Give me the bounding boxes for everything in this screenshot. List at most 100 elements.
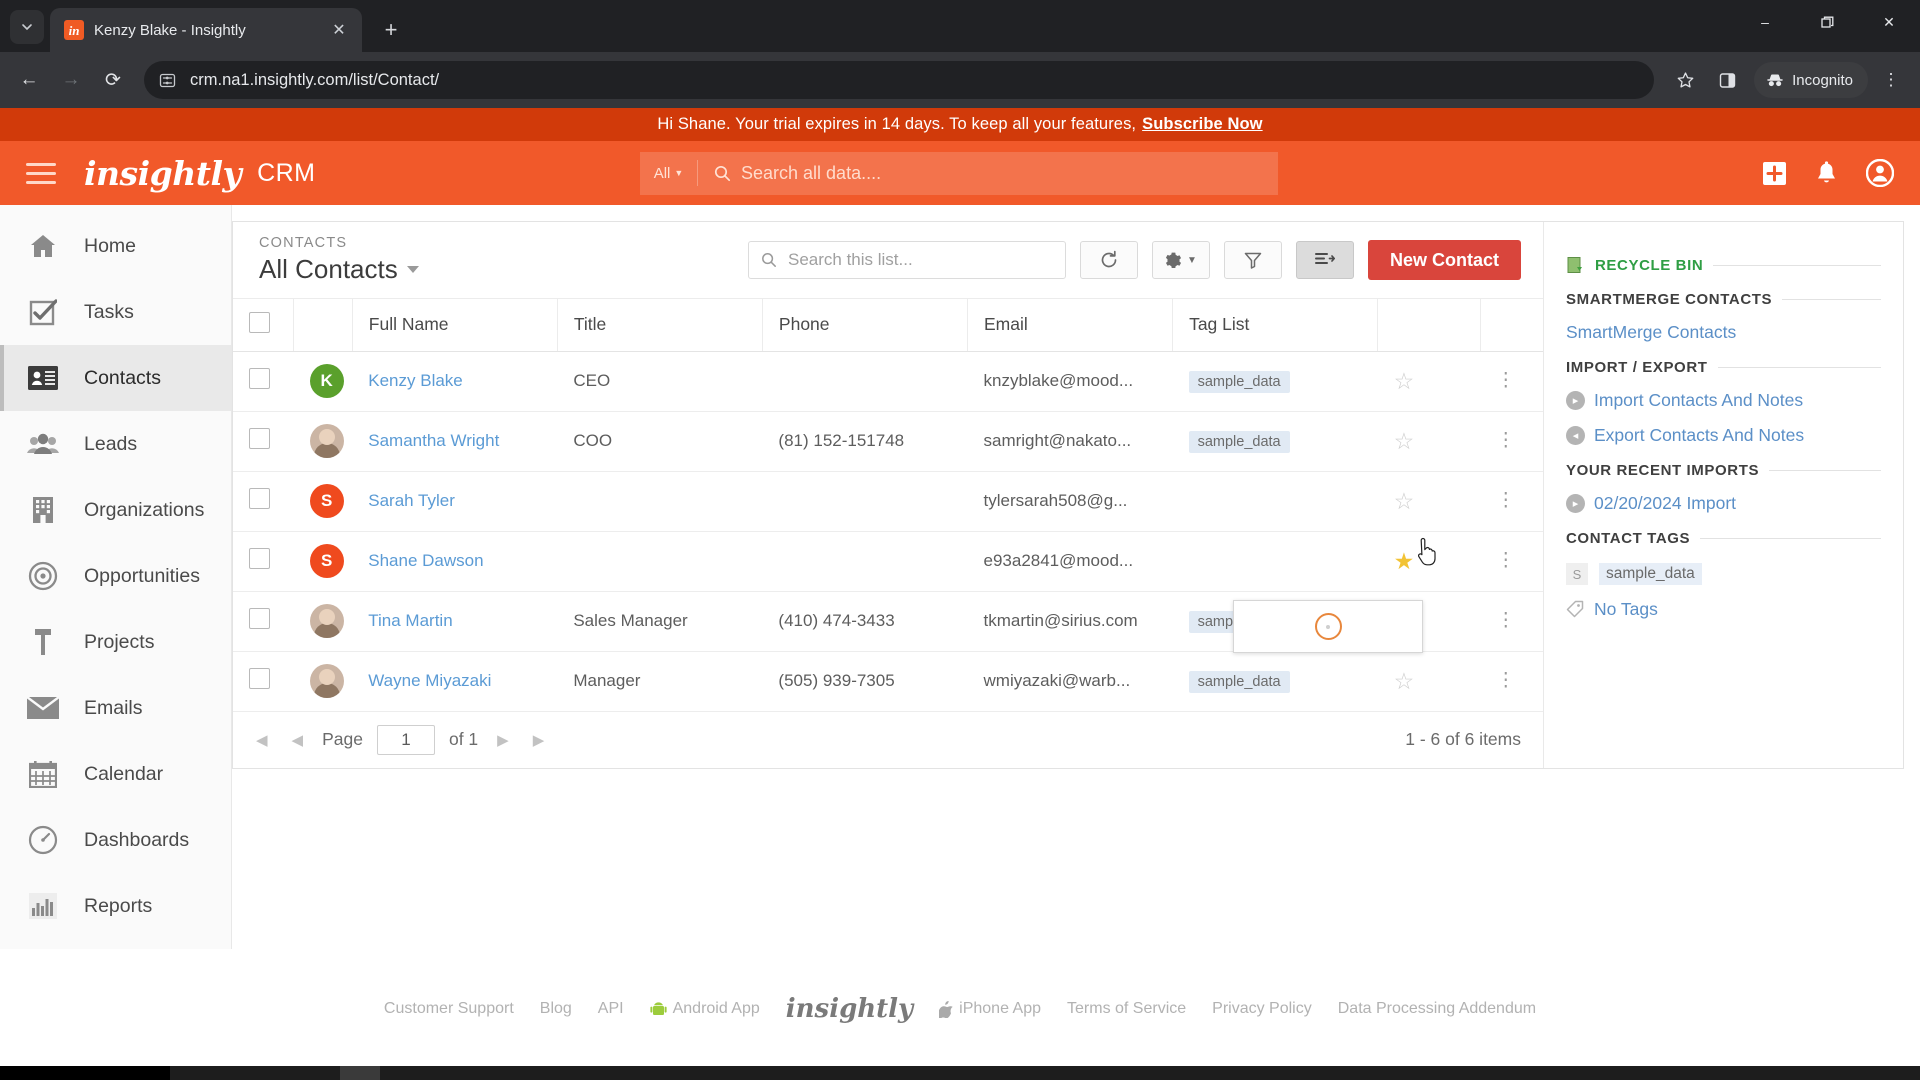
row-actions-menu[interactable]: ⋮ — [1496, 670, 1515, 691]
global-search[interactable]: All ▼ Search all data.... — [640, 151, 1278, 195]
recycle-bin-section[interactable]: RECYCLE BIN — [1566, 256, 1881, 275]
last-page-button[interactable]: ▶ — [528, 731, 550, 749]
sidebar-item-calendar[interactable]: Calendar — [0, 741, 231, 807]
list-search-input[interactable]: Search this list... — [747, 241, 1066, 279]
column-full-name[interactable]: Full Name — [352, 299, 558, 352]
bell-icon[interactable] — [1815, 160, 1838, 186]
table-row[interactable]: K Kenzy Blake CEO knzyblake@mood... samp… — [233, 351, 1543, 412]
sidebar-item-tasks[interactable]: Tasks — [0, 279, 231, 345]
sidebar-item-organizations[interactable]: Organizations — [0, 477, 231, 543]
refresh-button[interactable] — [1079, 241, 1138, 279]
plus-icon[interactable] — [1762, 161, 1787, 186]
sidebar-item-projects[interactable]: Projects — [0, 609, 231, 675]
table-row[interactable]: S Shane Dawson e93a2841@mood... ★ ⋮ — [233, 531, 1543, 592]
page-number-input[interactable] — [376, 724, 435, 755]
favorite-star-icon[interactable]: ☆ — [1394, 368, 1415, 395]
reload-button[interactable]: ⟳ — [94, 61, 132, 99]
prev-page-button[interactable]: ◀ — [287, 731, 309, 749]
sidebar-item-contacts[interactable]: Contacts — [0, 345, 231, 411]
footer-link-iphone-app[interactable]: iPhone App — [939, 1000, 1041, 1018]
column-phone[interactable]: Phone — [762, 299, 969, 352]
footer-link-android-app[interactable]: Android App — [649, 1000, 760, 1018]
row-checkbox[interactable] — [249, 488, 270, 509]
avatar: S — [309, 544, 344, 578]
back-button[interactable]: ← — [10, 61, 48, 99]
sidebar-item-leads[interactable]: Leads — [0, 411, 231, 477]
row-actions-menu[interactable]: ⋮ — [1496, 610, 1515, 631]
row-actions-menu[interactable]: ⋮ — [1496, 490, 1515, 511]
footer-link-blog[interactable]: Blog — [540, 1000, 572, 1018]
footer-link-privacy[interactable]: Privacy Policy — [1212, 1000, 1312, 1018]
chevron-down-icon — [406, 266, 419, 273]
contact-tag-item[interactable]: S sample_data — [1566, 563, 1881, 585]
sidebar-item-emails[interactable]: Emails — [0, 675, 231, 741]
cell-title: Sales Manager — [557, 591, 763, 652]
row-actions-menu[interactable]: ⋮ — [1496, 370, 1515, 391]
contact-name-link[interactable]: Wayne Miyazaki — [368, 671, 491, 690]
row-checkbox[interactable] — [249, 428, 270, 449]
bookmark-star-icon[interactable] — [1666, 61, 1704, 99]
footer-link-terms[interactable]: Terms of Service — [1067, 1000, 1186, 1018]
column-email[interactable]: Email — [967, 299, 1174, 352]
import-contacts-link[interactable]: ▸ Import Contacts And Notes — [1566, 390, 1881, 411]
browser-tab[interactable]: in Kenzy Blake - Insightly ✕ — [50, 8, 362, 52]
address-bar[interactable]: crm.na1.insightly.com/list/Contact/ — [144, 61, 1655, 99]
browser-menu-icon[interactable]: ⋮ — [1872, 61, 1910, 99]
tab-close-icon[interactable]: ✕ — [326, 17, 352, 43]
avatar — [309, 604, 344, 638]
next-page-button[interactable]: ▶ — [492, 731, 514, 749]
footer-link-api[interactable]: API — [598, 1000, 624, 1018]
new-tab-button[interactable]: + — [374, 13, 408, 47]
row-checkbox[interactable] — [249, 608, 270, 629]
row-actions-menu[interactable]: ⋮ — [1496, 430, 1515, 451]
contact-name-link[interactable]: Tina Martin — [368, 611, 452, 630]
column-title[interactable]: Title — [557, 299, 763, 352]
contact-name-link[interactable]: Samantha Wright — [368, 431, 499, 450]
sidebar-item-dashboards[interactable]: Dashboards — [0, 807, 231, 873]
filter-button[interactable] — [1223, 241, 1282, 279]
mouse-cursor-pointer — [1418, 537, 1444, 574]
select-all-checkbox[interactable] — [249, 311, 270, 333]
sidebar-item-home[interactable]: Home — [0, 213, 231, 279]
incognito-indicator[interactable]: Incognito — [1754, 62, 1868, 98]
row-checkbox[interactable] — [249, 548, 270, 569]
contact-name-link[interactable]: Shane Dawson — [368, 551, 483, 570]
footer-link-customer-support[interactable]: Customer Support — [384, 1000, 514, 1018]
user-icon[interactable] — [1866, 159, 1894, 187]
first-page-button[interactable]: ◀ — [251, 731, 273, 749]
subscribe-now-link[interactable]: Subscribe Now — [1142, 115, 1263, 134]
favorite-star-icon[interactable]: ★ — [1394, 548, 1415, 575]
sidebar-item-opportunities[interactable]: Opportunities — [0, 543, 231, 609]
export-contacts-link[interactable]: ◂ Export Contacts And Notes — [1566, 425, 1881, 446]
favorite-star-icon[interactable]: ☆ — [1394, 488, 1415, 515]
view-selector[interactable]: All Contacts — [259, 254, 419, 285]
contact-name-link[interactable]: Kenzy Blake — [368, 371, 463, 390]
sort-button[interactable] — [1295, 241, 1354, 279]
table-row[interactable]: S Sarah Tyler tylersarah508@g... ☆ ⋮ — [233, 471, 1543, 532]
close-window-icon[interactable]: ✕ — [1858, 0, 1920, 44]
contact-name-link[interactable]: Sarah Tyler — [368, 491, 455, 510]
minimize-icon[interactable]: – — [1734, 0, 1796, 44]
column-tag-list[interactable]: Tag List — [1172, 299, 1379, 352]
side-panel-icon[interactable] — [1708, 61, 1746, 99]
sidebar-item-reports[interactable]: Reports — [0, 873, 231, 939]
row-checkbox[interactable] — [249, 668, 270, 689]
favorite-star-icon[interactable]: ☆ — [1394, 668, 1415, 695]
table-row[interactable]: Samantha Wright COO (81) 152-151748 samr… — [233, 411, 1543, 472]
new-contact-button[interactable]: New Contact — [1367, 240, 1521, 280]
row-actions-menu[interactable]: ⋮ — [1496, 550, 1515, 571]
table-row[interactable]: Wayne Miyazaki Manager (505) 939-7305 wm… — [233, 651, 1543, 712]
menu-hamburger-icon[interactable] — [26, 162, 56, 184]
settings-button[interactable]: ▼ — [1151, 241, 1210, 279]
maximize-icon[interactable] — [1796, 0, 1858, 44]
favorite-star-icon[interactable]: ☆ — [1394, 428, 1415, 455]
recent-import-link[interactable]: ▸ 02/20/2024 Import — [1566, 493, 1881, 514]
no-tags-link[interactable]: No Tags — [1566, 599, 1881, 620]
footer-link-dpa[interactable]: Data Processing Addendum — [1338, 1000, 1536, 1018]
forward-button[interactable]: → — [52, 61, 90, 99]
smartmerge-contacts-link[interactable]: SmartMerge Contacts — [1566, 322, 1881, 343]
site-settings-icon[interactable] — [156, 69, 178, 91]
search-scope-selector[interactable]: All ▼ — [640, 160, 698, 186]
tab-search-button[interactable] — [10, 10, 44, 44]
row-checkbox[interactable] — [249, 368, 270, 389]
